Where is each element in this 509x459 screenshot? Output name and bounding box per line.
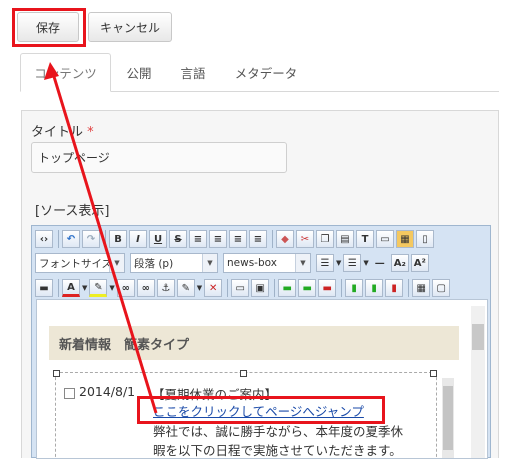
- resize-handle[interactable]: [430, 370, 437, 377]
- tab-bar: コンテンツ 公開 言語 メタデータ: [20, 53, 499, 92]
- insert-col-left-icon[interactable]: ▮: [345, 279, 364, 297]
- news-date: 2014/8/1: [79, 384, 136, 399]
- font-size-select[interactable]: フォントサイズ ▼: [35, 253, 125, 273]
- table-icon[interactable]: ▭: [231, 279, 250, 297]
- unlink-icon[interactable]: ∞: [136, 279, 155, 297]
- title-label: タイトル *: [31, 125, 94, 140]
- insert-col-right-icon[interactable]: ▮: [365, 279, 384, 297]
- bulleted-list-icon[interactable]: ☰: [343, 254, 362, 272]
- table-properties-icon[interactable]: ▣: [251, 279, 270, 297]
- required-mark: *: [87, 125, 94, 140]
- tab-language[interactable]: 言語: [172, 53, 214, 91]
- delete-col-icon[interactable]: ▮: [385, 279, 404, 297]
- numbered-list-icon[interactable]: ☰: [316, 254, 334, 272]
- paste-text-icon[interactable]: T: [356, 230, 374, 248]
- style-select[interactable]: news-box ▼: [223, 253, 311, 273]
- paste-icon[interactable]: ▤: [336, 230, 354, 248]
- undo-icon[interactable]: ↶: [62, 230, 80, 248]
- align-center-icon[interactable]: ≡: [209, 230, 227, 248]
- subscript-icon[interactable]: A₂: [390, 254, 409, 272]
- insert-row-below-icon[interactable]: ▬: [298, 279, 317, 297]
- cancel-button[interactable]: キャンセル: [88, 12, 172, 42]
- align-justify-icon[interactable]: ≡: [189, 230, 207, 248]
- delete-row-icon[interactable]: ▬: [318, 279, 337, 297]
- italic-icon[interactable]: I: [129, 230, 147, 248]
- strikethrough-icon[interactable]: S: [169, 230, 187, 248]
- align-left-icon[interactable]: ≡: [229, 230, 247, 248]
- source-toggle-link[interactable]: [ソース表示]: [35, 200, 110, 219]
- underline-icon[interactable]: U: [149, 230, 167, 248]
- redo-icon[interactable]: ↷: [82, 230, 100, 248]
- maximize-icon[interactable]: ▢: [432, 279, 451, 297]
- show-blocks-icon[interactable]: ▦: [396, 230, 414, 248]
- link-highlight-box: [137, 396, 385, 424]
- eraser-icon[interactable]: ◆: [276, 230, 294, 248]
- news-box-scrollbar[interactable]: [442, 378, 454, 458]
- title-input[interactable]: トップページ: [31, 142, 287, 173]
- table-grid-icon[interactable]: ▦: [412, 279, 431, 297]
- align-right-icon[interactable]: ≡: [249, 230, 267, 248]
- news-checkbox[interactable]: [64, 388, 75, 399]
- save-highlight-box: [12, 8, 86, 47]
- horizontal-rule-icon[interactable]: —: [371, 254, 389, 272]
- delete-table-icon[interactable]: ✕: [204, 279, 223, 297]
- preview-icon[interactable]: ▯: [416, 230, 434, 248]
- tab-content[interactable]: コンテンツ: [20, 53, 111, 92]
- copy-icon[interactable]: ❐: [316, 230, 334, 248]
- news-body-line-2: 暇を以下の日程で実施させていただきます。: [153, 443, 402, 458]
- resize-handle[interactable]: [240, 370, 247, 377]
- source-icon[interactable]: ‹›: [35, 230, 53, 248]
- resize-handle[interactable]: [53, 370, 60, 377]
- image-icon[interactable]: ▬: [35, 279, 53, 297]
- text-color-icon[interactable]: A: [62, 279, 80, 297]
- tab-metadata[interactable]: メタデータ: [226, 53, 306, 91]
- tab-publish[interactable]: 公開: [118, 53, 160, 91]
- link-icon[interactable]: ∞: [116, 279, 135, 297]
- content-scrollbar[interactable]: [471, 306, 485, 458]
- paragraph-select[interactable]: 段落 (p) ▼: [130, 253, 218, 273]
- toolbar-row-1: ‹› ↶ ↷ B I U S ≡ ≡ ≡ ≡ ◆ ✂ ❐ ▤ T ▭ ▦ ▯: [35, 230, 436, 248]
- insert-row-above-icon[interactable]: ▬: [278, 279, 297, 297]
- cut-icon[interactable]: ✂: [296, 230, 314, 248]
- paste-word-icon[interactable]: ▭: [376, 230, 394, 248]
- bold-icon[interactable]: B: [109, 230, 127, 248]
- toolbar-row-3: ▬ A ▼ ✎ ▼ ∞ ∞ ⚓ ✎ ▼ ✕ ▭ ▣ ▬ ▬ ▬ ▮ ▮ ▮ ▦ …: [35, 279, 452, 297]
- anchor-icon[interactable]: ⚓: [156, 279, 175, 297]
- highlight-color-icon[interactable]: ✎: [89, 279, 108, 297]
- toolbar-row-2: フォントサイズ ▼ 段落 (p) ▼ news-box ▼ ☰ ▼ ☰ ▼ — A₂ …: [35, 253, 431, 273]
- superscript-icon[interactable]: A²: [410, 254, 429, 272]
- edit-icon[interactable]: ✎: [176, 279, 195, 297]
- news-heading: 新着情報 簡素タイプ: [49, 326, 459, 360]
